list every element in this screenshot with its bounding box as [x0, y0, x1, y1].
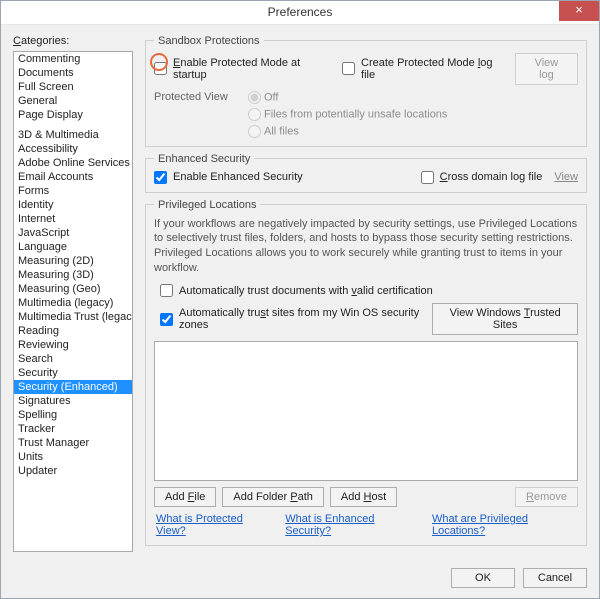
titlebar: Preferences ×: [1, 1, 599, 25]
sandbox-legend: Sandbox Protections: [154, 35, 264, 47]
help-enhanced-security-link[interactable]: What is Enhanced Security?: [285, 513, 416, 537]
category-item[interactable]: Email Accounts: [14, 170, 132, 184]
categories-list[interactable]: CommentingDocumentsFull ScreenGeneralPag…: [13, 51, 133, 552]
create-logfile-input[interactable]: [342, 62, 355, 75]
category-item[interactable]: Internet: [14, 212, 132, 226]
auto-trust-os-label: Automatically trust sites from my Win OS…: [179, 307, 420, 331]
add-host-button[interactable]: Add Host: [330, 487, 397, 507]
ok-button[interactable]: OK: [451, 568, 515, 588]
category-item[interactable]: Identity: [14, 198, 132, 212]
privileged-locations-list[interactable]: [154, 341, 578, 481]
enhanced-security-legend: Enhanced Security: [154, 153, 254, 165]
auto-trust-cert-label: Automatically trust documents with valid…: [179, 285, 433, 297]
category-item[interactable]: Full Screen: [14, 80, 132, 94]
category-item[interactable]: Measuring (Geo): [14, 282, 132, 296]
category-item[interactable]: Page Display: [14, 108, 132, 122]
protected-view-all[interactable]: All files: [248, 125, 447, 138]
protected-view-radios: Off Files from potentially unsafe locati…: [248, 91, 447, 138]
category-item[interactable]: Signatures: [14, 394, 132, 408]
category-item[interactable]: Forms: [14, 184, 132, 198]
category-item[interactable]: Adobe Online Services: [14, 156, 132, 170]
protected-view-unsafe[interactable]: Files from potentially unsafe locations: [248, 108, 447, 121]
help-protected-view-link[interactable]: What is Protected View?: [156, 513, 269, 537]
protected-view-off[interactable]: Off: [248, 91, 447, 104]
category-item[interactable]: Language: [14, 240, 132, 254]
category-item[interactable]: Search: [14, 352, 132, 366]
category-item[interactable]: Units: [14, 450, 132, 464]
sandbox-group: Sandbox Protections Enable Protected Mod…: [145, 35, 587, 147]
cancel-button[interactable]: Cancel: [523, 568, 587, 588]
cross-domain-log-label: Cross domain log file: [440, 171, 543, 183]
category-item[interactable]: General: [14, 94, 132, 108]
add-file-button[interactable]: Add File: [154, 487, 216, 507]
privileged-locations-group: Privileged Locations If your workflows a…: [145, 199, 587, 546]
category-item[interactable]: Documents: [14, 66, 132, 80]
help-privileged-locations-link[interactable]: What are Privileged Locations?: [432, 513, 576, 537]
privileged-locations-description: If your workflows are negatively impacte…: [154, 217, 578, 276]
create-logfile-checkbox[interactable]: Create Protected Mode log file: [342, 57, 509, 81]
category-item[interactable]: Tracker: [14, 422, 132, 436]
cross-domain-log-checkbox[interactable]: Cross domain log file: [421, 171, 543, 184]
categories-label: Categories:: [13, 35, 133, 47]
protected-view-label: Protected View: [154, 91, 234, 138]
content-area: Categories: CommentingDocumentsFull Scre…: [1, 25, 599, 560]
privileged-locations-legend: Privileged Locations: [154, 199, 260, 211]
category-item[interactable]: Measuring (2D): [14, 254, 132, 268]
remove-button[interactable]: Remove: [515, 487, 578, 507]
category-item[interactable]: Accessibility: [14, 142, 132, 156]
category-item[interactable]: Trust Manager: [14, 436, 132, 450]
category-item[interactable]: Multimedia (legacy): [14, 296, 132, 310]
category-item[interactable]: Reading: [14, 324, 132, 338]
enable-enhanced-security-label: Enable Enhanced Security: [173, 171, 303, 183]
enable-protected-mode-input[interactable]: [154, 62, 167, 75]
category-item[interactable]: Updater: [14, 464, 132, 478]
create-logfile-label: Create Protected Mode log file: [361, 57, 509, 81]
add-folder-path-button[interactable]: Add Folder Path: [222, 487, 324, 507]
auto-trust-cert-checkbox[interactable]: Automatically trust documents with valid…: [160, 284, 578, 297]
category-item[interactable]: Multimedia Trust (legacy): [14, 310, 132, 324]
enable-enhanced-security-input[interactable]: [154, 171, 167, 184]
auto-trust-os-input[interactable]: [160, 313, 173, 326]
enhanced-view-link[interactable]: View: [554, 171, 578, 183]
view-trusted-sites-button[interactable]: View Windows Trusted Sites: [432, 303, 578, 335]
category-item[interactable]: Spelling: [14, 408, 132, 422]
auto-trust-cert-input[interactable]: [160, 284, 173, 297]
enable-protected-mode-checkbox[interactable]: Enable Protected Mode at startup: [154, 57, 336, 81]
category-item[interactable]: Reviewing: [14, 338, 132, 352]
category-item[interactable]: 3D & Multimedia: [14, 128, 132, 142]
preferences-window: Preferences × Categories: CommentingDocu…: [0, 0, 600, 599]
category-item[interactable]: Measuring (3D): [14, 268, 132, 282]
category-item[interactable]: Security (Enhanced): [14, 380, 132, 394]
enable-enhanced-security-checkbox[interactable]: Enable Enhanced Security: [154, 171, 303, 184]
dialog-footer: OK Cancel: [1, 560, 599, 598]
window-title: Preferences: [268, 5, 333, 19]
close-button[interactable]: ×: [559, 1, 599, 21]
cross-domain-log-input[interactable]: [421, 171, 434, 184]
enhanced-security-group: Enhanced Security Enable Enhanced Securi…: [145, 153, 587, 193]
view-log-button[interactable]: View log: [515, 53, 578, 85]
auto-trust-os-checkbox[interactable]: Automatically trust sites from my Win OS…: [160, 307, 420, 331]
category-item[interactable]: Commenting: [14, 52, 132, 66]
settings-pane: Sandbox Protections Enable Protected Mod…: [145, 35, 587, 552]
category-item[interactable]: JavaScript: [14, 226, 132, 240]
categories-panel: Categories: CommentingDocumentsFull Scre…: [13, 35, 133, 552]
enable-protected-mode-label: Enable Protected Mode at startup: [173, 57, 336, 81]
category-item[interactable]: Security: [14, 366, 132, 380]
